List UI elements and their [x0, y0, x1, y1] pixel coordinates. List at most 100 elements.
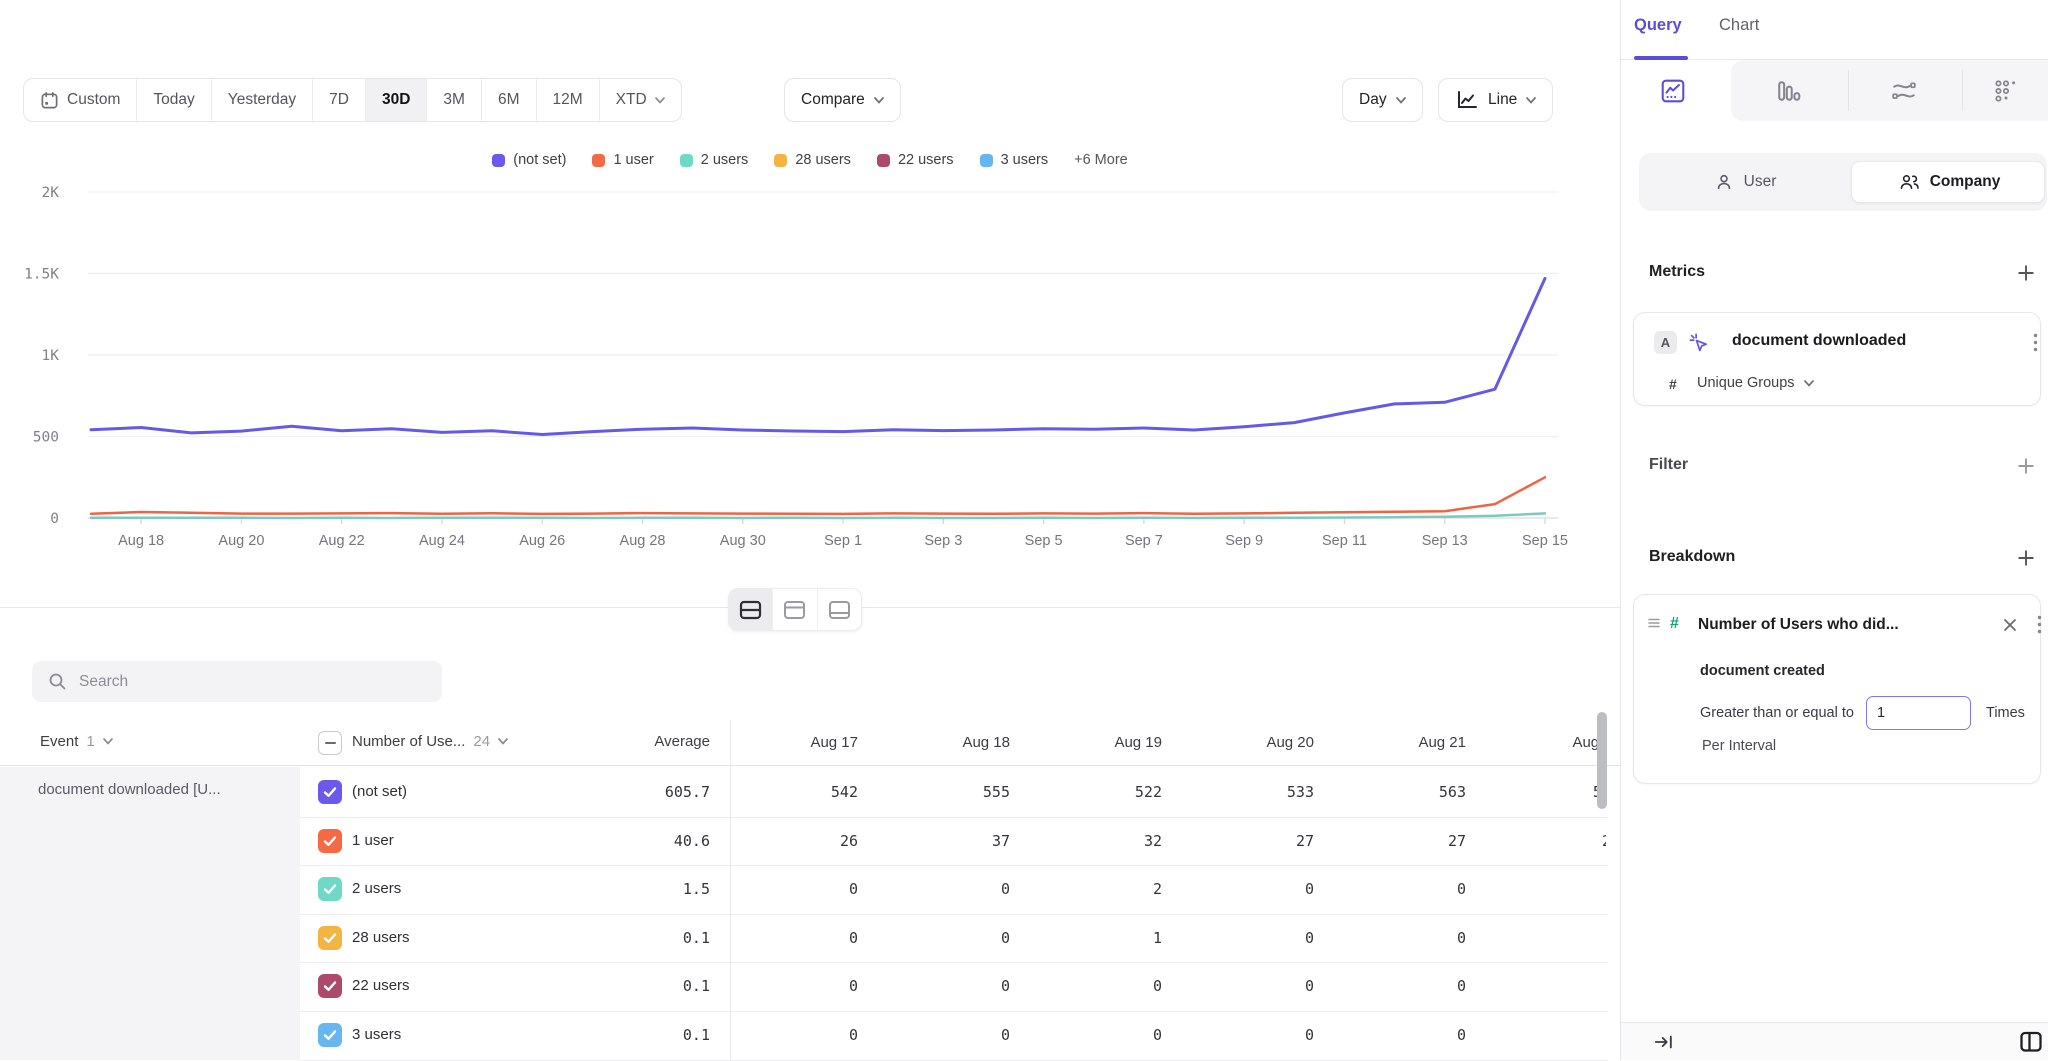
- x-axis-label: Aug 26: [519, 533, 565, 549]
- table-cell: 2: [1012, 880, 1162, 898]
- event-list-item[interactable]: document downloaded [U...: [38, 781, 221, 798]
- row-checkbox[interactable]: [318, 926, 342, 950]
- condition-value-input[interactable]: [1866, 696, 1971, 730]
- x-axis-label: Aug 30: [720, 533, 766, 549]
- legend-item[interactable]: 3 users: [980, 152, 1049, 168]
- collapse-panel-icon[interactable]: [1653, 1032, 1675, 1052]
- date-range-label: Yesterday: [228, 91, 296, 109]
- flow-chart-icon: [1891, 78, 1917, 104]
- entity-option-company[interactable]: Company: [1851, 153, 2047, 211]
- breakdown-card[interactable]: # Number of Users who did... document cr…: [1633, 594, 2041, 784]
- chart-type-selector: [1621, 60, 2048, 121]
- add-breakdown-icon[interactable]: [2017, 549, 2035, 567]
- compare-button[interactable]: Compare: [784, 78, 901, 122]
- add-metric-icon[interactable]: [2017, 264, 2035, 282]
- date-range-6m[interactable]: 6M: [482, 79, 537, 121]
- line-chart-type-button[interactable]: [1660, 78, 1686, 109]
- legend-item[interactable]: 2 users: [680, 152, 749, 168]
- legend-swatch: [980, 154, 993, 167]
- table-cell: 0: [860, 929, 1010, 947]
- check-icon: [323, 980, 337, 992]
- date-range-today[interactable]: Today: [137, 79, 211, 121]
- legend-label: 1 user: [613, 152, 653, 168]
- table-cell: 0: [1316, 1026, 1466, 1044]
- filter-section-title: Filter: [1649, 456, 1688, 474]
- layout-chart-only-button[interactable]: [773, 589, 817, 630]
- table-cell: 0: [1012, 1026, 1162, 1044]
- date-range-label: Custom: [67, 91, 120, 109]
- layout-split-button[interactable]: [729, 589, 773, 630]
- select-all-checkbox[interactable]: [318, 731, 342, 755]
- layout-table-only-button[interactable]: [818, 589, 861, 630]
- chevron-down-icon: [1804, 380, 1814, 387]
- row-checkbox[interactable]: [318, 974, 342, 998]
- date-range-label: 30D: [382, 91, 410, 109]
- metric-card[interactable]: A document downloaded # Unique Groups: [1633, 312, 2041, 406]
- line-chart-icon: [1455, 89, 1479, 111]
- y-axis-label: 2K: [42, 185, 60, 201]
- row-checkbox[interactable]: [318, 877, 342, 901]
- table-cell: 0: [1316, 977, 1466, 995]
- bar-chart-type-button[interactable]: [1776, 78, 1802, 109]
- date-range-7d[interactable]: 7D: [313, 79, 366, 121]
- aggregation-selector[interactable]: Unique Groups: [1697, 375, 1814, 391]
- date-column-header: Aug 22: [1470, 734, 1606, 751]
- add-filter-icon[interactable]: [2017, 457, 2035, 475]
- date-range-label: XTD: [616, 91, 647, 109]
- x-axis-label: Aug 20: [218, 533, 264, 549]
- scatter-chart-type-button[interactable]: [1993, 78, 2019, 109]
- table-cell: 563: [1316, 783, 1466, 801]
- event-count: 1: [86, 733, 94, 750]
- legend-swatch: [680, 154, 693, 167]
- table-cell: 0: [734, 977, 858, 995]
- legend-more[interactable]: +6 More: [1074, 152, 1128, 168]
- indeterminate-mark: [325, 742, 336, 744]
- side-panel-icon[interactable]: [2019, 1030, 2043, 1054]
- table-cell: 27: [1316, 832, 1466, 850]
- date-range-custom[interactable]: Custom: [24, 79, 137, 121]
- vertical-scrollbar[interactable]: [1597, 712, 1607, 809]
- entity-option-user[interactable]: User: [1639, 153, 1851, 211]
- row-label: 22 users: [352, 977, 410, 994]
- kebab-menu-icon[interactable]: [2037, 615, 2042, 634]
- flow-chart-type-button[interactable]: [1891, 78, 1917, 109]
- row-checkbox[interactable]: [318, 1023, 342, 1047]
- legend-item[interactable]: 22 users: [877, 152, 954, 168]
- table-cell: 0: [1470, 929, 1606, 947]
- tab-query[interactable]: Query: [1634, 16, 1682, 35]
- date-range-xtd[interactable]: XTD: [600, 79, 681, 121]
- entity-toggle: User Company: [1639, 153, 2047, 211]
- row-checkbox[interactable]: [318, 780, 342, 804]
- x-axis-label: Sep 5: [1025, 533, 1063, 549]
- line-chart-icon: [1660, 78, 1686, 104]
- kebab-menu-icon[interactable]: [2033, 333, 2038, 352]
- date-range-12m[interactable]: 12M: [537, 79, 600, 121]
- event-column-header[interactable]: Event 1: [40, 733, 113, 750]
- close-icon[interactable]: [2003, 618, 2017, 632]
- series-column-header[interactable]: Number of Use... 24: [352, 733, 508, 750]
- row-average-value: 0.1: [560, 977, 710, 995]
- chart-type-button[interactable]: Line: [1438, 78, 1553, 122]
- drag-handle-icon[interactable]: [1648, 617, 1660, 629]
- date-column-header: Aug 17: [734, 734, 858, 751]
- tab-chart[interactable]: Chart: [1719, 16, 1759, 35]
- table-cell: 534: [1470, 783, 1606, 801]
- legend-item[interactable]: 28 users: [774, 152, 851, 168]
- legend-label: (not set): [513, 152, 566, 168]
- table-cell: 0: [1470, 880, 1606, 898]
- series-line: [91, 513, 1545, 518]
- legend-item[interactable]: 1 user: [592, 152, 653, 168]
- x-axis-label: Aug 22: [319, 533, 365, 549]
- date-range-yesterday[interactable]: Yesterday: [212, 79, 313, 121]
- date-range-30d[interactable]: 30D: [366, 79, 427, 121]
- row-label: 28 users: [352, 929, 410, 946]
- granularity-button[interactable]: Day: [1342, 78, 1423, 122]
- column-divider: [730, 720, 731, 1060]
- table-cell: 26: [734, 832, 858, 850]
- legend-item[interactable]: (not set): [492, 152, 566, 168]
- table-cell: 27: [1164, 832, 1314, 850]
- date-range-3m[interactable]: 3M: [427, 79, 482, 121]
- row-checkbox[interactable]: [318, 829, 342, 853]
- series-line: [91, 278, 1545, 434]
- search-input[interactable]: [79, 673, 409, 691]
